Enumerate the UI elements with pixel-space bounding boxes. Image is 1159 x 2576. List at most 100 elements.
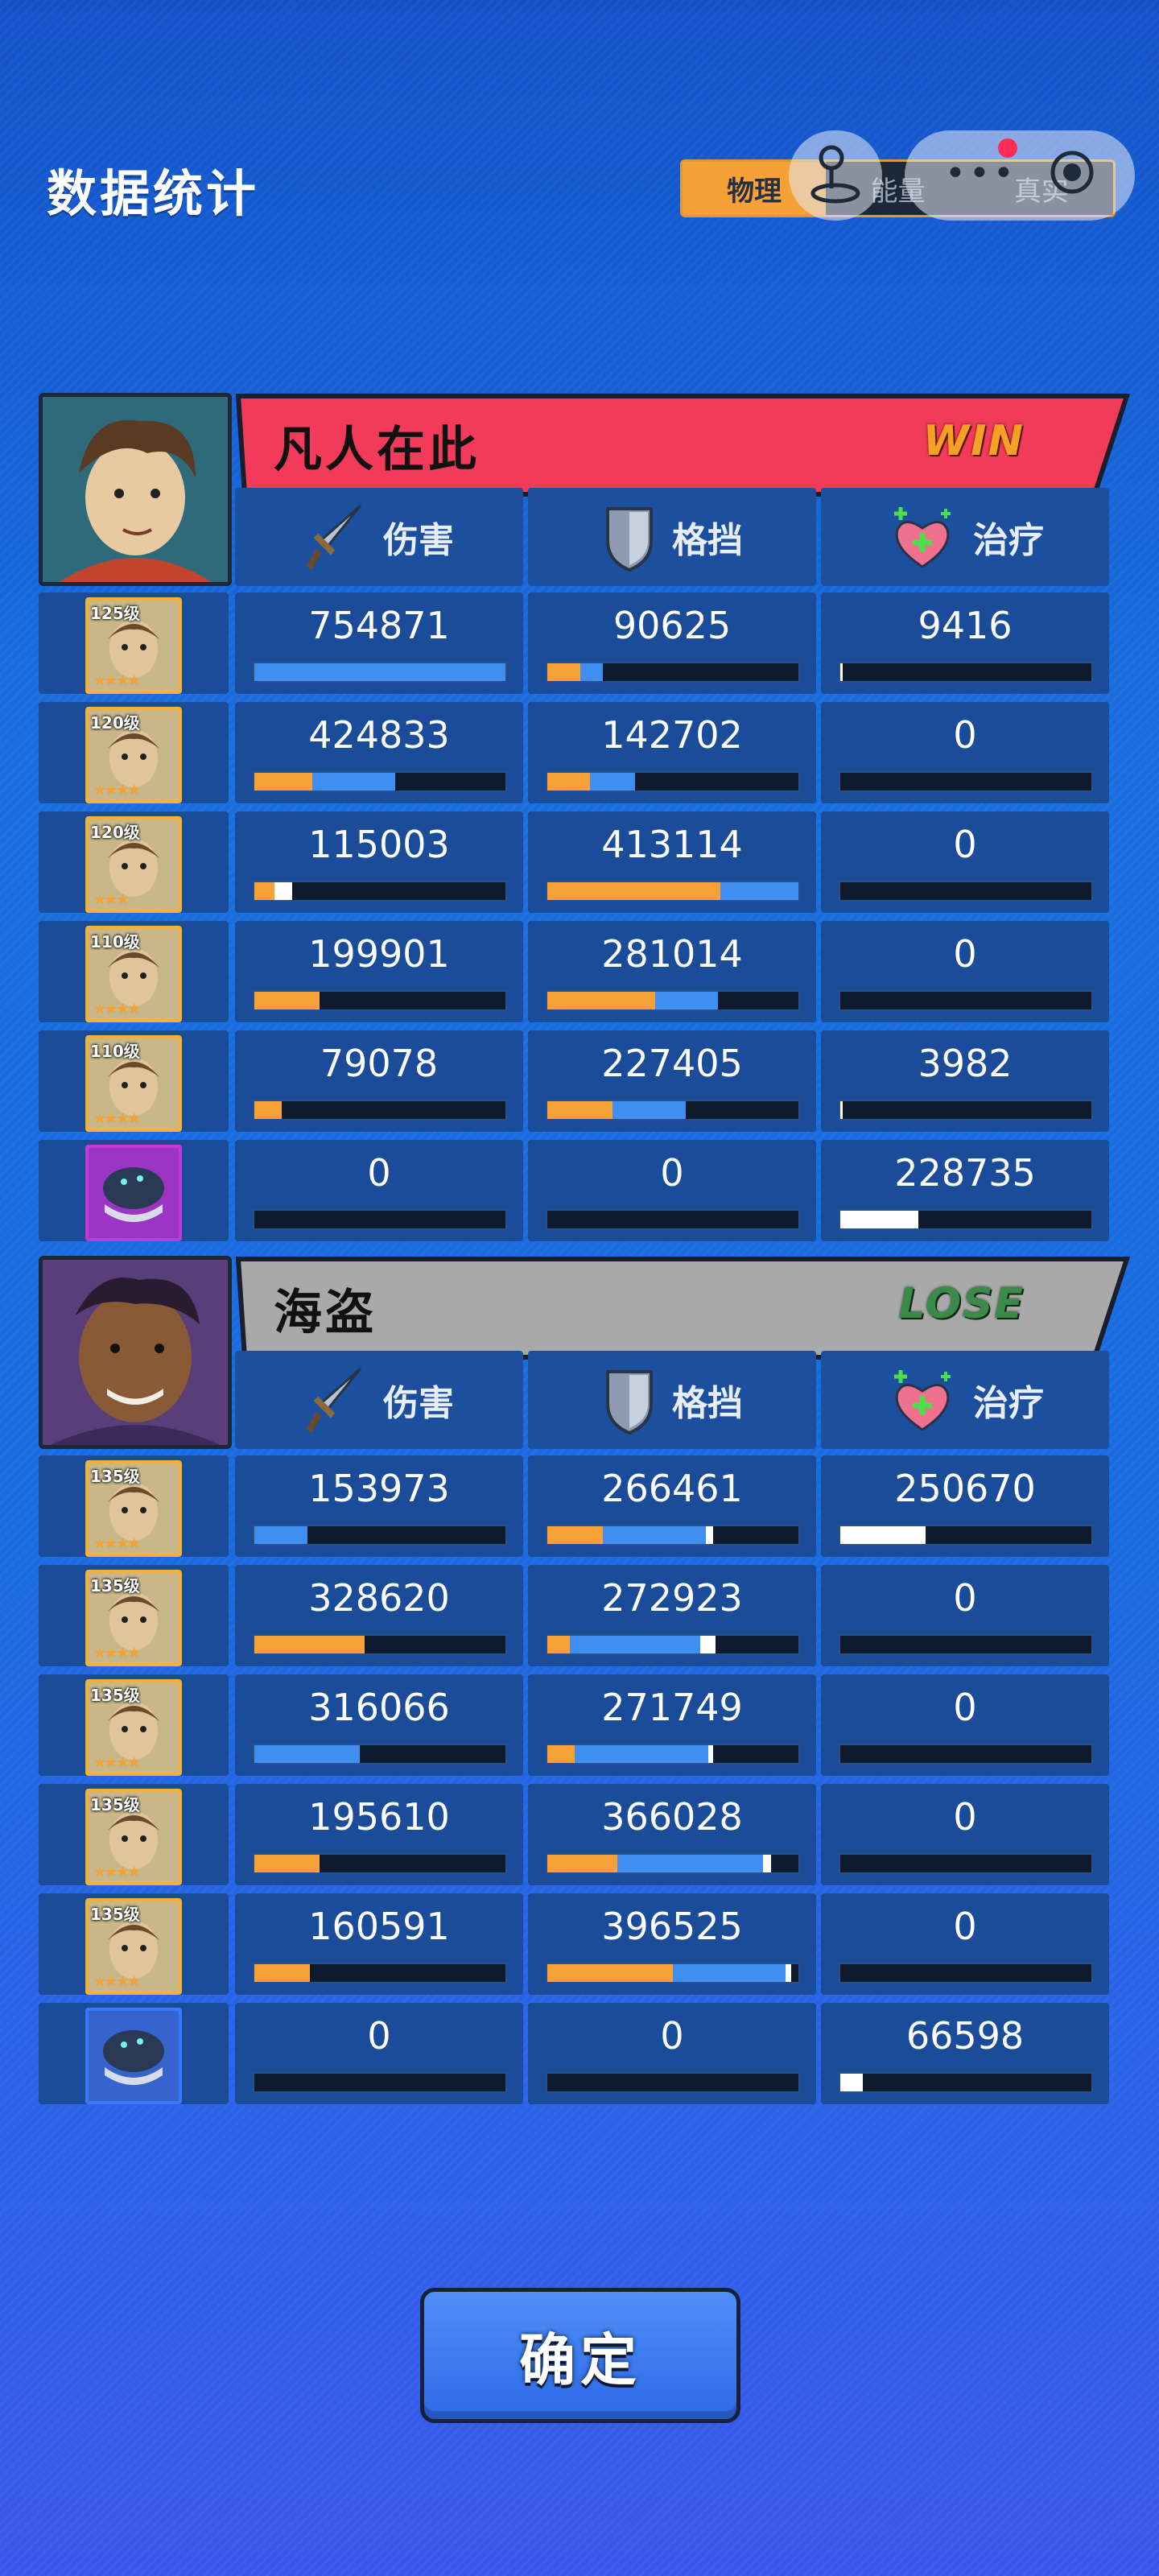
hero-avatar[interactable]: 110级 ★★★★ — [85, 926, 182, 1022]
block-bar — [546, 771, 800, 792]
block-cell: 396525 — [528, 1893, 816, 1995]
block-bar — [546, 1634, 800, 1655]
confirm-button[interactable]: 确定 — [420, 2288, 740, 2423]
star-rating: ★★★ — [93, 891, 129, 908]
heal-cell: 0 — [821, 1893, 1109, 1995]
hero-avatar[interactable]: 135级 ★★★★ — [85, 1898, 182, 1995]
summon-portrait-icon — [103, 1167, 164, 1222]
damage-bar-segment — [254, 1636, 365, 1653]
hero-avatar-cell — [39, 1140, 229, 1241]
damage-bar — [253, 1744, 507, 1765]
block-bar-segment — [612, 1101, 686, 1119]
damage-bar — [253, 1209, 507, 1230]
damage-value: 0 — [367, 2014, 391, 2058]
block-value: 271749 — [601, 1686, 743, 1729]
block-bar-segment — [547, 992, 656, 1009]
heal-cell: 0 — [821, 1784, 1109, 1885]
hero-level: 135级 — [90, 1905, 140, 1924]
hero-avatar[interactable]: 110级 ★★★★ — [85, 1035, 182, 1132]
hero-avatar[interactable]: 135级 ★★★★ — [85, 1570, 182, 1666]
more-menu-icon[interactable]: ••• — [945, 153, 1017, 194]
header-heal: 治疗 — [821, 1351, 1109, 1449]
hero-avatar-cell: 120级 ★★★ — [39, 811, 229, 913]
heal-bar — [839, 2072, 1093, 2093]
block-bar — [546, 1209, 800, 1230]
heal-value: 0 — [953, 1795, 977, 1839]
block-value: 281014 — [601, 932, 743, 976]
hero-avatar-cell: 135级 ★★★★ — [39, 1455, 229, 1557]
block-bar-segment — [617, 1855, 764, 1872]
member-row: 125级 ★★★★ 754871 90625 9416 — [39, 592, 1109, 694]
damage-bar — [253, 1963, 507, 1984]
heal-bar — [839, 1100, 1093, 1121]
summon-avatar[interactable] — [85, 2008, 182, 2104]
member-row: 120级 ★★★ 115003 413114 0 — [39, 811, 1109, 913]
stat-header-row: 伤害 格挡 治疗 — [235, 488, 1109, 586]
heal-bar — [839, 881, 1093, 902]
heart-plus-icon — [894, 507, 951, 568]
block-bar-segment — [707, 1745, 713, 1763]
heal-bar — [839, 1525, 1093, 1546]
block-bar-segment — [547, 1745, 575, 1763]
hero-avatar[interactable]: 125级 ★★★★ — [85, 597, 182, 694]
block-bar-segment — [590, 773, 636, 791]
damage-value: 316066 — [308, 1686, 450, 1729]
damage-bar-segment — [254, 1855, 320, 1872]
block-bar-segment — [547, 1964, 673, 1982]
block-value: 227405 — [601, 1042, 743, 1085]
mini-program-capsule: ••• — [905, 130, 1135, 221]
block-bar-segment — [786, 1964, 791, 1982]
hero-avatar-cell: 135级 ★★★★ — [39, 1784, 229, 1885]
header-block: 格挡 — [528, 488, 816, 586]
damage-bar — [253, 1853, 507, 1874]
team-name: 凡人在此 — [274, 422, 480, 478]
heal-cell: 0 — [821, 921, 1109, 1022]
hero-level: 135级 — [90, 1576, 140, 1596]
block-bar-segment — [547, 1526, 603, 1544]
heal-bar — [839, 1634, 1093, 1655]
member-row: 0 0 228735 — [39, 1140, 1109, 1241]
damage-bar — [253, 771, 507, 792]
page-title: 数据统计 — [47, 164, 260, 223]
hero-avatar-cell: 135级 ★★★★ — [39, 1893, 229, 1995]
block-bar — [546, 1853, 800, 1874]
heal-cell: 66598 — [821, 2003, 1109, 2104]
heal-cell: 250670 — [821, 1455, 1109, 1557]
heal-value: 250670 — [894, 1467, 1036, 1510]
notification-dot — [998, 138, 1017, 158]
header-heal: 治疗 — [821, 488, 1109, 586]
heal-bar — [839, 990, 1093, 1011]
damage-bar-segment — [254, 1964, 310, 1982]
block-bar — [546, 1100, 800, 1121]
block-bar-segment — [570, 1636, 701, 1653]
hero-level: 120级 — [90, 713, 140, 733]
heal-bar — [839, 1963, 1093, 1984]
team-leader-portrait — [39, 1256, 232, 1449]
hero-avatar[interactable]: 135级 ★★★★ — [85, 1789, 182, 1885]
hero-avatar[interactable]: 120级 ★★★ — [85, 816, 182, 913]
damage-bar — [253, 1634, 507, 1655]
block-cell: 281014 — [528, 921, 816, 1022]
damage-cell: 153973 — [235, 1455, 523, 1557]
close-target-icon[interactable] — [1048, 148, 1096, 196]
damage-cell: 328620 — [235, 1565, 523, 1666]
summon-avatar[interactable] — [85, 1145, 182, 1241]
result-label: LOSE — [898, 1280, 1025, 1328]
star-rating: ★★★★ — [93, 1864, 141, 1880]
hero-avatar[interactable]: 120级 ★★★★ — [85, 707, 182, 803]
member-row: 110级 ★★★★ 199901 281014 0 — [39, 921, 1109, 1022]
heal-cell: 228735 — [821, 1140, 1109, 1241]
heal-value: 0 — [953, 713, 977, 757]
block-bar-segment — [547, 882, 721, 900]
heal-value: 9416 — [918, 604, 1013, 647]
hero-avatar-cell: 120级 ★★★★ — [39, 702, 229, 803]
win-banner-content: 凡人在此 WIN — [233, 393, 1133, 497]
block-bar-segment — [705, 1526, 713, 1544]
game-controller-button[interactable] — [789, 130, 882, 221]
block-bar-segment — [580, 663, 603, 681]
block-value: 272923 — [601, 1576, 743, 1620]
heal-bar-segment — [840, 1526, 926, 1544]
hero-avatar[interactable]: 135级 ★★★★ — [85, 1679, 182, 1776]
hero-avatar-cell: 110级 ★★★★ — [39, 1030, 229, 1132]
hero-avatar[interactable]: 135级 ★★★★ — [85, 1460, 182, 1557]
